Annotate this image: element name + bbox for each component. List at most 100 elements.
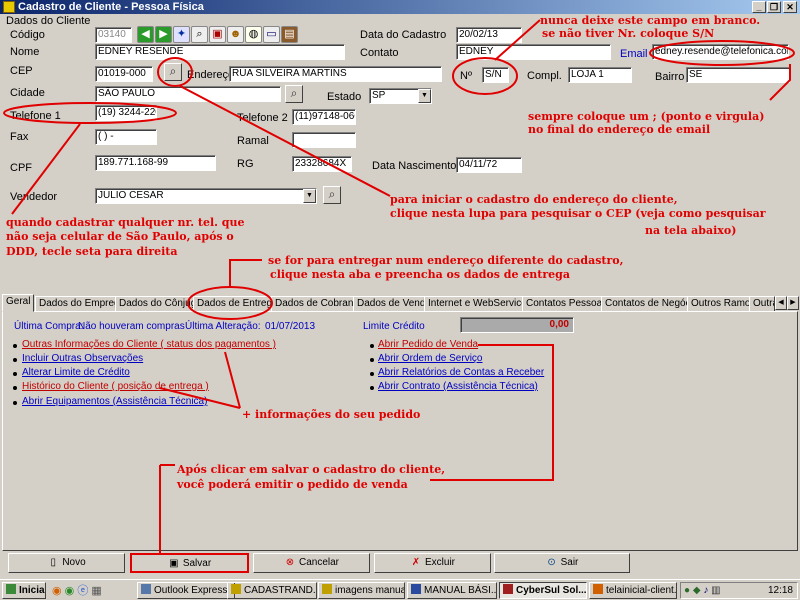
estado-select[interactable]: SP ▼ bbox=[369, 88, 432, 104]
compl-field[interactable]: LOJA 1 bbox=[568, 67, 632, 83]
tray-icon[interactable]: ● bbox=[684, 585, 690, 596]
close-button[interactable]: ✕ bbox=[783, 1, 797, 13]
cpf-field[interactable]: 189.771.168-99 bbox=[95, 155, 216, 171]
annotation-text-8: quando cadastrar qualquer nr. tel. que bbox=[6, 216, 245, 229]
monitor-icon[interactable]: ▭ bbox=[263, 26, 280, 43]
endereco-field[interactable]: RUA SILVEIRA MARTINS bbox=[229, 66, 442, 82]
volume-icon[interactable]: ♪ bbox=[703, 585, 708, 596]
tab-scroll-right-icon[interactable]: ▶ bbox=[787, 296, 799, 310]
bullet-icon bbox=[370, 358, 374, 362]
delete-icon: ✗ bbox=[411, 557, 421, 568]
fax-field[interactable]: ( ) - bbox=[95, 129, 157, 145]
salvar-button[interactable]: ▣ Salvar bbox=[130, 553, 249, 573]
tab-geral[interactable]: Geral bbox=[2, 294, 35, 312]
app-icon bbox=[3, 1, 15, 13]
forward-icon[interactable]: ▶ bbox=[155, 26, 172, 43]
annotation-text-14: Após clicar em salvar o cadastro do clie… bbox=[177, 463, 446, 476]
link-abrir-ordem-servico[interactable]: Abrir Ordem de Serviço bbox=[378, 353, 482, 364]
task-manual-basico[interactable]: MANUAL BÁSI... bbox=[407, 582, 497, 599]
nome-field[interactable]: EDNEY RESENDE bbox=[95, 44, 345, 60]
limite-credito-field: 0,00 bbox=[460, 317, 574, 333]
task-telainicial[interactable]: telainicial-client... bbox=[589, 582, 677, 599]
globe-icon[interactable]: ◍ bbox=[245, 26, 262, 43]
back-icon[interactable]: ◀ bbox=[137, 26, 154, 43]
task-cybersul[interactable]: CyberSul Sol... bbox=[499, 582, 587, 599]
cancelar-button[interactable]: ⊗ Cancelar bbox=[253, 553, 370, 573]
email-label: Email bbox=[620, 48, 648, 60]
browser-icon bbox=[593, 584, 603, 594]
image-icon[interactable]: ▣ bbox=[209, 26, 226, 43]
telefone1-field[interactable]: (19) 3244-2207 bbox=[95, 105, 157, 121]
other-icon[interactable]: ▦ bbox=[91, 585, 101, 597]
group-title: Dados do Cliente bbox=[6, 15, 91, 27]
book-icon[interactable]: ▤ bbox=[281, 26, 298, 43]
tray-icon[interactable]: ◆ bbox=[693, 585, 701, 596]
cep-field[interactable]: 01019-000 bbox=[95, 66, 153, 82]
network-icon[interactable]: ▥ bbox=[711, 585, 720, 596]
link-incluir-observacoes[interactable]: Incluir Outras Observações bbox=[22, 353, 143, 364]
contato-field[interactable]: EDNEY bbox=[456, 44, 611, 60]
nascimento-field[interactable]: 04/11/72 bbox=[456, 157, 522, 173]
ultima-compra-label: Última Compra: bbox=[14, 321, 84, 332]
ramal-label: Ramal bbox=[237, 135, 269, 147]
outlook-icon bbox=[141, 584, 151, 594]
people-icon[interactable]: ☻ bbox=[227, 26, 244, 43]
link-outras-informacoes[interactable]: Outras Informações do Cliente ( status d… bbox=[22, 339, 276, 350]
numero-field[interactable]: S/N bbox=[482, 67, 509, 83]
ie-icon[interactable]: ⓔ bbox=[77, 585, 88, 597]
tab-contatos-pessoais[interactable]: Contatos Pessoais bbox=[522, 296, 614, 312]
cidade-search-icon[interactable]: ⌕ bbox=[285, 85, 303, 103]
link-alterar-limite[interactable]: Alterar Limite de Crédito bbox=[22, 367, 130, 378]
codigo-field[interactable]: 03140 bbox=[95, 27, 132, 43]
quick-launch: ◉ ◉ ⓔ ▦ bbox=[52, 584, 132, 598]
chevron-down-icon[interactable]: ▼ bbox=[418, 89, 431, 103]
rg-field[interactable]: 23328684X bbox=[292, 156, 352, 172]
ramal-field[interactable] bbox=[292, 132, 356, 148]
nome-label: Nome bbox=[10, 46, 40, 58]
link-abrir-pedido-venda[interactable]: Abrir Pedido de Venda bbox=[378, 339, 478, 350]
ultima-alteracao-label: Última Alteração: bbox=[185, 321, 261, 332]
tab-dados-venda[interactable]: Dados de Venda bbox=[353, 296, 435, 312]
chrome-icon[interactable]: ◉ bbox=[65, 585, 75, 597]
vendedor-select[interactable]: JULIO CESAR ▼ bbox=[95, 188, 317, 204]
task-outlook[interactable]: Outlook Express bbox=[137, 582, 235, 599]
minimize-button[interactable]: _ bbox=[752, 1, 766, 13]
chevron-down-icon[interactable]: ▼ bbox=[303, 189, 316, 203]
data-cadastro-field[interactable]: 20/02/13 bbox=[456, 27, 522, 43]
cancel-icon: ⊗ bbox=[285, 557, 295, 568]
exit-icon: ⊙ bbox=[547, 557, 556, 568]
tab-internet-webservices[interactable]: Internet e WebServices bbox=[424, 296, 536, 312]
link-historico-cliente[interactable]: Histórico do Cliente ( posição de entreg… bbox=[22, 381, 209, 392]
start-button[interactable]: Iniciar bbox=[2, 582, 46, 599]
firefox-icon[interactable]: ◉ bbox=[52, 585, 62, 597]
tab-outra[interactable]: Outra bbox=[749, 296, 775, 312]
email-field[interactable]: edney.resende@telefonica.com.br; bbox=[652, 44, 789, 60]
bairro-field[interactable]: SE bbox=[686, 67, 790, 83]
tab-scroll-left-icon[interactable]: ◀ bbox=[775, 296, 787, 310]
task-imagens-manual[interactable]: imagens manual bbox=[318, 582, 405, 599]
star-icon[interactable]: ✦ bbox=[173, 26, 190, 43]
search-icon[interactable]: ⌕ bbox=[191, 26, 208, 43]
annotation-text-2: se não tiver Nr. coloque S/N bbox=[542, 27, 715, 40]
bullet-icon bbox=[13, 358, 17, 362]
bullet-icon bbox=[370, 372, 374, 376]
tab-dados-entrega[interactable]: Dados de Entrega bbox=[193, 296, 282, 312]
annotation-text-1: nunca deixe este campo em branco. bbox=[540, 14, 761, 27]
sair-button[interactable]: ⊙ Sair bbox=[494, 553, 630, 573]
cidade-field[interactable]: SÃO PAULO bbox=[95, 86, 281, 102]
cep-search-icon[interactable]: ⌕ bbox=[164, 63, 182, 81]
novo-button[interactable]: ▯ Novo bbox=[8, 553, 125, 573]
telefone2-field[interactable]: (11)97148-0667 bbox=[292, 109, 356, 125]
system-tray: ● ◆ ♪ ▥ 12:18 bbox=[680, 582, 798, 599]
link-abrir-contrato[interactable]: Abrir Contrato (Assistência Técnica) bbox=[378, 381, 538, 392]
maximize-button[interactable]: ❐ bbox=[767, 1, 781, 13]
annotation-text-4: no final do endereço de email bbox=[528, 123, 711, 136]
ultima-alteracao-value: 01/07/2013 bbox=[265, 321, 316, 332]
excluir-button[interactable]: ✗ Excluir bbox=[374, 553, 491, 573]
link-abrir-equipamentos[interactable]: Abrir Equipamentos (Assistência Técnica) bbox=[22, 396, 207, 407]
link-abrir-relatorios[interactable]: Abrir Relatórios de Contas a Receber bbox=[378, 367, 544, 378]
task-cadastrand[interactable]: CADASTRAND... bbox=[227, 582, 317, 599]
bairro-label: Bairro bbox=[655, 71, 685, 83]
vendedor-search-icon[interactable]: ⌕ bbox=[323, 186, 341, 204]
taskbar: Iniciar ◉ ◉ ⓔ ▦ Outlook Express CADASTRA… bbox=[0, 579, 800, 600]
